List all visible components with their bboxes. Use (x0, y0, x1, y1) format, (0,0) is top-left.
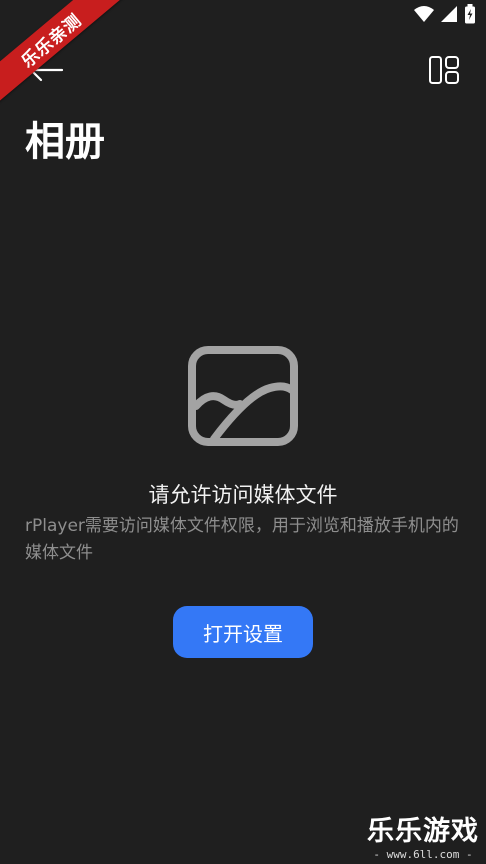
status-icons (414, 4, 476, 28)
image-icon (0, 346, 486, 446)
signal-icon (440, 5, 458, 27)
battery-icon (464, 4, 476, 28)
layout-grid-icon (428, 55, 460, 89)
wifi-icon (414, 5, 434, 27)
permission-empty-state: 请允许访问媒体文件 rPlayer需要访问媒体文件权限，用于浏览和播放手机内的媒… (0, 346, 486, 563)
permission-title: 请允许访问媒体文件 (148, 483, 338, 507)
watermark-url: - www.6ll.com - (373, 848, 473, 861)
permission-description: rPlayer需要访问媒体文件权限，用于浏览和播放手机内的媒体文件 (25, 516, 459, 563)
open-settings-button[interactable]: 打开设置 (173, 606, 313, 658)
watermark: 乐乐游戏 - www.6ll.com - (364, 816, 482, 862)
layout-toggle-button[interactable] (422, 50, 466, 94)
ribbon-label: 乐乐亲测 (0, 0, 129, 109)
corner-ribbon: 乐乐亲测 (0, 0, 130, 130)
watermark-title: 乐乐游戏 (367, 816, 479, 847)
